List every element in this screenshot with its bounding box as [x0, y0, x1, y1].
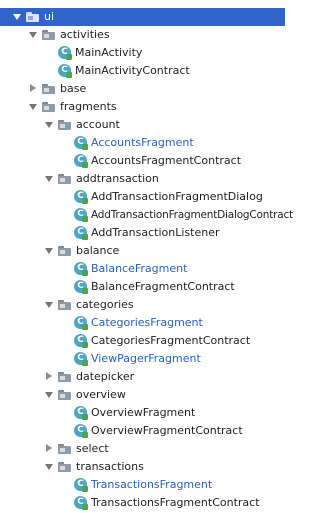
chevron-right-icon[interactable]: [44, 443, 54, 455]
kotlin-class-icon: C: [74, 478, 88, 492]
tree-node-label: addtransaction: [76, 172, 159, 185]
tree-node-label: balance: [76, 244, 120, 257]
tree-node-balance[interactable]: balance: [0, 242, 285, 260]
folder-icon: [58, 174, 71, 184]
tree-node-add-transaction-fragment-dialog[interactable]: C AddTransactionFragmentDialog: [0, 188, 285, 206]
tree-node-accounts-fragment[interactable]: C AccountsFragment: [0, 134, 285, 152]
tree-node-transactions-fragment[interactable]: C TransactionsFragment: [0, 476, 285, 494]
chevron-down-icon[interactable]: [44, 299, 54, 311]
tree-node-accounts-fragment-contract[interactable]: C AccountsFragmentContract: [0, 152, 285, 170]
tree-node-label: AddTransactionFragmentDialog: [91, 190, 263, 203]
tree-node-label: AccountsFragment: [91, 136, 194, 149]
folder-icon: [58, 300, 71, 310]
folder-icon: [58, 246, 71, 256]
tree-node-account[interactable]: account: [0, 116, 285, 134]
tree-node-datepicker[interactable]: datepicker: [0, 368, 285, 386]
tree-node-label: base: [60, 82, 87, 95]
kotlin-class-icon: C: [74, 190, 88, 204]
folder-icon: [42, 84, 55, 94]
chevron-down-icon[interactable]: [44, 173, 54, 185]
tree-node-balance-fragment[interactable]: C BalanceFragment: [0, 260, 285, 278]
tree-node-select[interactable]: select: [0, 440, 285, 458]
tree-node-label: CategoriesFragmentContract: [91, 334, 251, 347]
tree-node-label: ui: [44, 10, 55, 23]
chevron-down-icon[interactable]: [44, 245, 54, 257]
chevron-down-icon[interactable]: [44, 389, 54, 401]
folder-icon: [42, 102, 55, 112]
tree-node-main-activity[interactable]: C MainActivity: [0, 44, 285, 62]
kotlin-class-icon: C: [74, 208, 88, 222]
chevron-right-icon[interactable]: [44, 371, 54, 383]
tree-node-label: transactions: [76, 460, 144, 473]
folder-icon: [58, 462, 71, 472]
tree-node-transactions[interactable]: transactions: [0, 458, 285, 476]
folder-icon: [58, 390, 71, 400]
tree-node-label: AccountsFragmentContract: [91, 154, 242, 167]
tree-node-add-transaction-fragment-dialog-contract[interactable]: C AddTransactionFragmentDialogContract: [0, 206, 293, 224]
tree-node-overview[interactable]: overview: [0, 386, 285, 404]
kotlin-class-icon: C: [74, 154, 88, 168]
kotlin-class-icon: C: [74, 226, 88, 240]
kotlin-class-icon: C: [58, 46, 72, 60]
kotlin-class-icon: C: [74, 334, 88, 348]
tree-node-label: OverviewFragmentContract: [91, 424, 243, 437]
tree-node-label: categories: [76, 298, 134, 311]
tree-node-add-transaction-listener[interactable]: C AddTransactionListener: [0, 224, 285, 242]
folder-icon: [58, 372, 71, 382]
folder-icon: [26, 12, 39, 22]
tree-node-label: activities: [60, 28, 110, 41]
tree-node-view-pager-fragment[interactable]: C ViewPagerFragment: [0, 350, 285, 368]
tree-node-label: OverviewFragment: [91, 406, 196, 419]
tree-node-overview-fragment[interactable]: C OverviewFragment: [0, 404, 285, 422]
tree-node-ui[interactable]: ui: [0, 8, 285, 26]
tree-node-categories-fragment[interactable]: C CategoriesFragment: [0, 314, 285, 332]
tree-node-categories[interactable]: categories: [0, 296, 285, 314]
chevron-right-icon[interactable]: [28, 83, 38, 95]
tree-node-label: AddTransactionListener: [91, 226, 220, 239]
tree-node-label: TransactionsFragmentContract: [91, 496, 260, 509]
tree-node-label: CategoriesFragment: [91, 316, 203, 329]
kotlin-class-icon: C: [74, 406, 88, 420]
kotlin-class-icon: C: [74, 352, 88, 366]
kotlin-class-icon: C: [74, 316, 88, 330]
folder-icon: [42, 30, 55, 40]
tree-node-categories-fragment-contract[interactable]: C CategoriesFragmentContract: [0, 332, 285, 350]
kotlin-class-icon: C: [74, 280, 88, 294]
kotlin-class-icon: C: [58, 64, 72, 78]
kotlin-class-icon: C: [74, 496, 88, 510]
tree-node-fragments[interactable]: fragments: [0, 98, 285, 116]
tree-node-label: MainActivity: [75, 46, 143, 59]
tree-node-label: TransactionsFragment: [91, 478, 213, 491]
chevron-down-icon[interactable]: [28, 29, 38, 41]
tree-node-label: fragments: [60, 100, 117, 113]
kotlin-class-icon: C: [74, 424, 88, 438]
tree-node-label: MainActivityContract: [75, 64, 190, 77]
tree-node-base[interactable]: base: [0, 80, 285, 98]
folder-icon: [58, 444, 71, 454]
tree-node-label: ViewPagerFragment: [91, 352, 201, 365]
tree-node-label: select: [76, 442, 109, 455]
tree-node-label: BalanceFragment: [91, 262, 188, 275]
project-tree: ui activities C MainActivity C MainActiv…: [0, 0, 293, 513]
tree-node-activities[interactable]: activities: [0, 26, 285, 44]
chevron-down-icon[interactable]: [44, 461, 54, 473]
chevron-down-icon[interactable]: [12, 11, 22, 23]
kotlin-class-icon: C: [74, 262, 88, 276]
tree-node-label: AddTransactionFragmentDialogContract: [91, 209, 293, 221]
kotlin-class-icon: C: [74, 136, 88, 150]
tree-node-balance-fragment-contract[interactable]: C BalanceFragmentContract: [0, 278, 285, 296]
tree-node-label: account: [76, 118, 120, 131]
tree-node-overview-fragment-contract[interactable]: C OverviewFragmentContract: [0, 422, 285, 440]
chevron-down-icon[interactable]: [44, 119, 54, 131]
tree-node-transactions-fragment-contract[interactable]: C TransactionsFragmentContract: [0, 494, 285, 512]
folder-icon: [58, 120, 71, 130]
tree-node-main-activity-contract[interactable]: C MainActivityContract: [0, 62, 285, 80]
tree-node-label: overview: [76, 388, 126, 401]
tree-node-label: datepicker: [76, 370, 135, 383]
tree-node-addtransaction[interactable]: addtransaction: [0, 170, 285, 188]
tree-node-label: BalanceFragmentContract: [91, 280, 235, 293]
chevron-down-icon[interactable]: [28, 101, 38, 113]
